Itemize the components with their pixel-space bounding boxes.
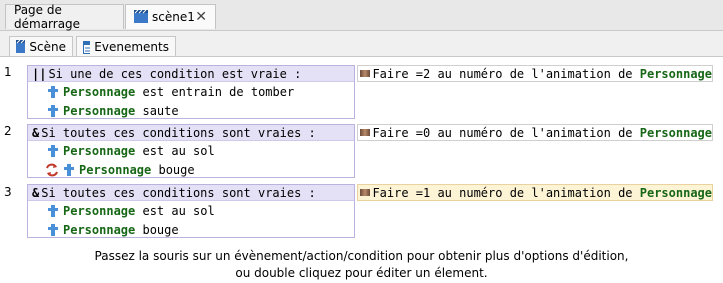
and-icon: & — [32, 125, 40, 140]
close-icon[interactable]: ✕ — [195, 9, 207, 25]
editing-hint: Passez la souris sur un évènement/action… — [0, 248, 723, 282]
object-sprite-icon — [48, 144, 58, 157]
condition-text: saute — [135, 103, 179, 118]
object-name: Personnage — [639, 66, 712, 81]
condition-text: bouge — [135, 222, 179, 237]
event-number: 3 — [4, 185, 12, 199]
event-number: 2 — [4, 124, 12, 138]
animation-icon — [360, 129, 371, 136]
tab-events[interactable]: Evenements — [76, 36, 176, 57]
object-name: Personnage — [63, 203, 136, 218]
condition-row[interactable]: Personnage bouge — [28, 220, 354, 239]
event-number: 1 — [4, 65, 12, 79]
object-name: Personnage — [639, 185, 712, 200]
event-3-conditions[interactable]: & Si toutes ces conditions sont vraies :… — [27, 184, 355, 238]
action-text: Faire =0 au numéro de l'animation de — [372, 125, 640, 140]
object-name: Personnage — [63, 143, 136, 158]
condition-text: est entrain de tomber — [135, 84, 295, 99]
object-sprite-icon — [64, 163, 74, 176]
condition-row[interactable]: Personnage est au sol — [28, 141, 354, 160]
condition-row[interactable]: Personnage est au sol — [28, 201, 354, 220]
scene-icon — [134, 10, 148, 23]
condition-row[interactable]: Personnage est entrain de tomber — [28, 82, 354, 101]
object-name: Personnage — [639, 125, 712, 140]
tab-scene-label: Scène — [29, 40, 66, 54]
hint-line-1: Passez la souris sur un évènement/action… — [94, 249, 629, 263]
condition-row[interactable]: Personnage saute — [28, 101, 354, 120]
object-name: Personnage — [79, 162, 152, 177]
action-text: Faire =1 au numéro de l'animation de — [372, 185, 640, 200]
object-sprite-icon — [48, 104, 58, 117]
tab-events-label: Evenements — [94, 40, 169, 54]
and-icon: & — [32, 185, 40, 200]
scene-icon — [16, 40, 26, 53]
condition-group-label: Si toutes ces conditions sont vraies : — [41, 185, 316, 200]
condition-text: est au sol — [135, 203, 215, 218]
condition-text: bouge — [151, 162, 195, 177]
condition-row[interactable]: Personnage bouge — [28, 160, 354, 179]
condition-text: est au sol — [135, 143, 215, 158]
tab-start-page-label: Page de démarrage — [14, 3, 81, 31]
or-icon: || — [32, 66, 47, 81]
tab-scene[interactable]: Scène — [9, 36, 73, 57]
object-name: Personnage — [63, 222, 136, 237]
editor-tab-bar: Scène Evenements — [0, 30, 723, 57]
object-sprite-icon — [48, 85, 58, 98]
condition-group-header[interactable]: & Si toutes ces conditions sont vraies : — [28, 125, 354, 141]
condition-group-label: Si une de ces condition est vraie : — [48, 66, 302, 81]
hint-line-2: ou double cliquez pour éditer un élement… — [235, 266, 488, 280]
tab-scene1[interactable]: scène1 ✕ — [125, 4, 216, 29]
event-1-action[interactable]: Faire =2 au numéro de l'animation de Per… — [357, 65, 713, 82]
events-list-icon — [83, 40, 91, 54]
event-1-conditions[interactable]: || Si une de ces condition est vraie : P… — [27, 65, 355, 119]
event-3-action[interactable]: Faire =1 au numéro de l'animation de Per… — [357, 184, 713, 201]
invert-condition-icon — [46, 163, 58, 176]
document-tab-bar: Page de démarrage scène1 ✕ — [0, 0, 723, 31]
condition-group-header[interactable]: & Si toutes ces conditions sont vraies : — [28, 185, 354, 201]
event-2-conditions[interactable]: & Si toutes ces conditions sont vraies :… — [27, 124, 355, 178]
object-sprite-icon — [48, 223, 58, 236]
animation-icon — [360, 70, 371, 77]
action-text: Faire =2 au numéro de l'animation de — [372, 66, 640, 81]
condition-group-header[interactable]: || Si une de ces condition est vraie : — [28, 66, 354, 82]
event-2-action[interactable]: Faire =0 au numéro de l'animation de Per… — [357, 124, 713, 141]
tab-scene1-label: scène1 — [152, 10, 195, 24]
condition-group-label: Si toutes ces conditions sont vraies : — [41, 125, 316, 140]
animation-icon — [360, 189, 371, 196]
object-sprite-icon — [48, 204, 58, 217]
tab-start-page[interactable]: Page de démarrage — [5, 3, 124, 31]
object-name: Personnage — [63, 84, 136, 99]
object-name: Personnage — [63, 103, 136, 118]
